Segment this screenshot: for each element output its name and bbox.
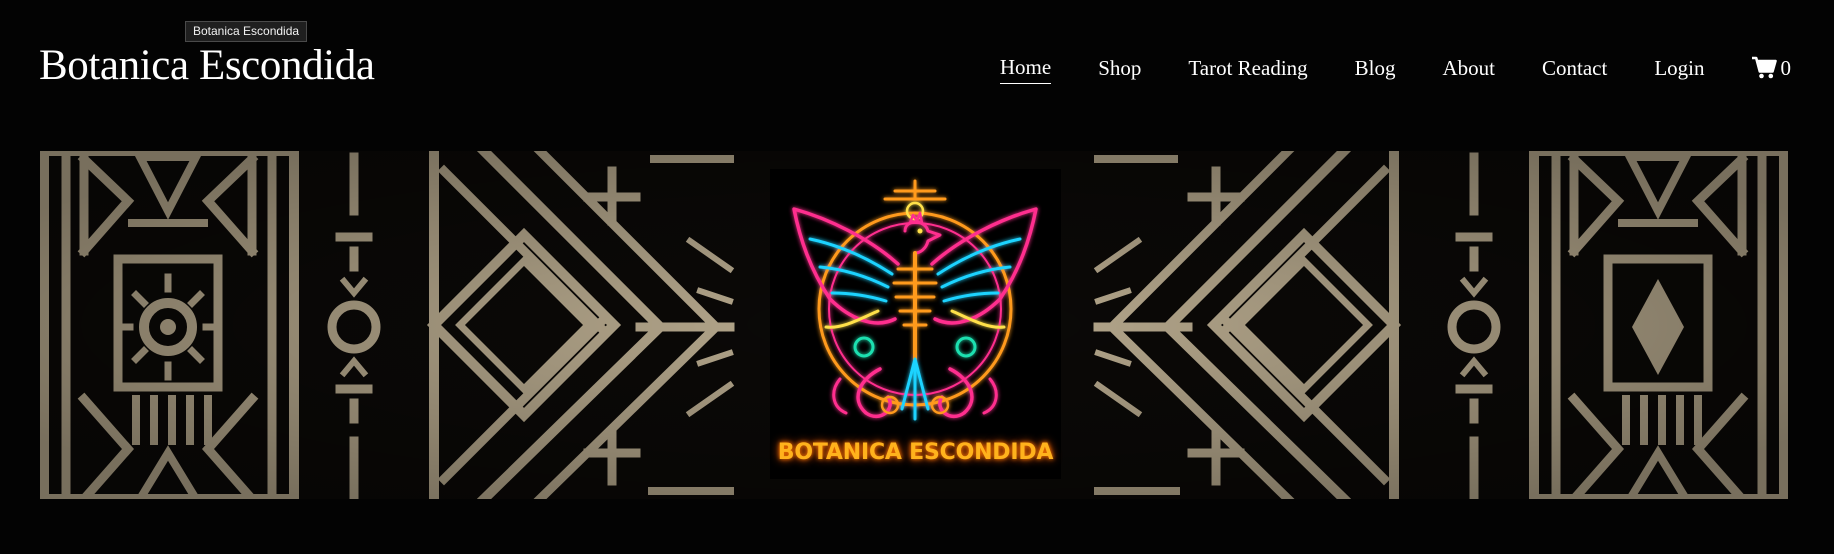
nav-blog-link[interactable]: Blog bbox=[1355, 55, 1396, 84]
cart-count: 0 bbox=[1780, 55, 1792, 80]
logo-wordmark: BOTANICA ESCONDIDA bbox=[777, 440, 1054, 465]
nav-home-link[interactable]: Home bbox=[999, 54, 1052, 84]
nav-tarot-reading-link[interactable]: Tarot Reading bbox=[1188, 55, 1307, 84]
cart-icon bbox=[1751, 56, 1777, 79]
neon-eagle-logo: BOTANICA ESCONDIDA bbox=[770, 169, 1061, 479]
nav-contact-link[interactable]: Contact bbox=[1542, 55, 1607, 84]
hero-banner: BOTANICA ESCONDIDA bbox=[40, 151, 1788, 499]
neon-eagle-icon bbox=[792, 179, 1038, 421]
nav-shop-link[interactable]: Shop bbox=[1098, 55, 1141, 84]
page: Botanica Escondida Botanica Escondida Ho… bbox=[0, 0, 1834, 554]
nav-about-link[interactable]: About bbox=[1443, 55, 1496, 84]
main-nav: Home Shop Tarot Reading Blog About Conta… bbox=[999, 54, 1792, 84]
site-title-link[interactable]: Botanica Escondida bbox=[39, 38, 375, 94]
nav-login-link[interactable]: Login bbox=[1654, 55, 1704, 84]
cart-button[interactable]: 0 bbox=[1751, 55, 1792, 84]
